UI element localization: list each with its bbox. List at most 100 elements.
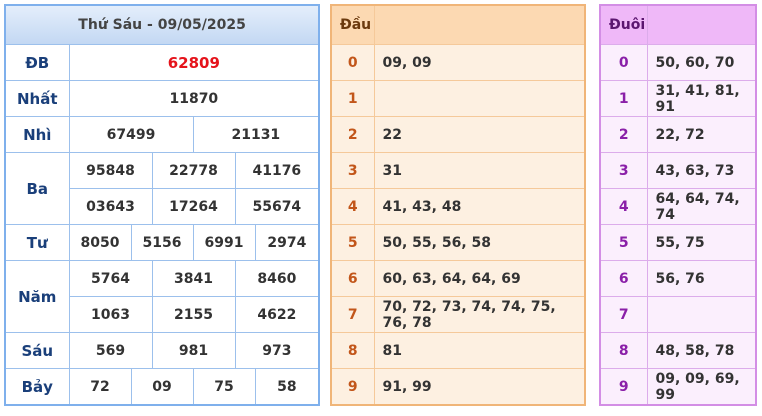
- prize-ba-value: 03643: [68, 188, 153, 225]
- prize-db-value: 62809: [68, 44, 320, 81]
- tail-header: Đuôi: [599, 4, 648, 45]
- tail-row: 7: [599, 296, 757, 333]
- prize-ba-value: 17264: [151, 188, 236, 225]
- prize-tu-value: 6991: [192, 224, 256, 261]
- tail-row: 9 09, 09, 69, 99: [599, 368, 757, 406]
- prize-bay-value: 58: [254, 368, 320, 406]
- results-title: Thứ Sáu - 09/05/2025: [4, 4, 320, 45]
- head-values: 60, 63, 64, 64, 69: [373, 260, 586, 297]
- prize-nam-value: 8460: [234, 260, 320, 297]
- prize-nam-value: 1063: [68, 296, 153, 333]
- prize-nhat-value: 11870: [68, 80, 320, 117]
- prize-tu-value: 5156: [130, 224, 194, 261]
- prize-ba-value: 95848: [68, 152, 153, 189]
- tail-row: 6 56, 76: [599, 260, 757, 297]
- tail-values: 09, 09, 69, 99: [646, 368, 757, 406]
- tail-values: 56, 76: [646, 260, 757, 297]
- head-digit: 2: [330, 116, 375, 153]
- head-digit: 7: [330, 296, 375, 333]
- head-header: Đầu: [330, 4, 375, 45]
- head-digit: 5: [330, 224, 375, 261]
- tail-values: 31, 41, 81, 91: [646, 80, 757, 117]
- prize-bay-value: 75: [192, 368, 256, 406]
- tail-row: 1 31, 41, 81, 91: [599, 80, 757, 117]
- tail-row: 3 43, 63, 73: [599, 152, 757, 189]
- head-header-blank: [373, 4, 586, 45]
- prize-label-sau: Sáu: [4, 332, 70, 369]
- head-row: 6 60, 63, 64, 64, 69: [330, 260, 586, 297]
- tail-digit: 7: [599, 296, 648, 333]
- prize-bay-value: 72: [68, 368, 132, 406]
- head-row: 2 22: [330, 116, 586, 153]
- head-row: 7 70, 72, 73, 74, 74, 75, 76, 78: [330, 296, 586, 333]
- prize-label-ba: Ba: [4, 152, 70, 225]
- tail-values: [646, 296, 757, 333]
- prize-tu-value: 2974: [254, 224, 320, 261]
- tail-row: 5 55, 75: [599, 224, 757, 261]
- head-values: 91, 99: [373, 368, 586, 406]
- tail-digit: 6: [599, 260, 648, 297]
- prize-nhi-value: 67499: [68, 116, 194, 153]
- prize-nam-value: 5764: [68, 260, 153, 297]
- tail-row: 2 22, 72: [599, 116, 757, 153]
- prize-tu-value: 8050: [68, 224, 132, 261]
- tail-digit: 4: [599, 188, 648, 225]
- head-digit: 3: [330, 152, 375, 189]
- prize-nam-value: 4622: [234, 296, 320, 333]
- head-row: 1: [330, 80, 586, 117]
- prize-sau-value: 981: [151, 332, 236, 369]
- prize-ba-value: 55674: [234, 188, 320, 225]
- head-rows: 0 09, 09 1 2 22 3 31 4 41, 43, 48 5 50, 55, 56, 58…: [330, 44, 586, 406]
- tail-row: 4 64, 64, 74, 74: [599, 188, 757, 225]
- results-table: Thứ Sáu - 09/05/2025 ĐB 62809 Nhất 11870…: [4, 4, 321, 406]
- prize-label-nam: Năm: [4, 260, 70, 333]
- head-row: 8 81: [330, 332, 586, 369]
- prize-nam-value: 3841: [151, 260, 236, 297]
- tail-row: 8 48, 58, 78: [599, 332, 757, 369]
- head-digit: 9: [330, 368, 375, 406]
- head-values: 41, 43, 48: [373, 188, 586, 225]
- prize-nhi-value: 21131: [192, 116, 320, 153]
- prize-nam-value: 2155: [151, 296, 236, 333]
- head-digit: 1: [330, 80, 375, 117]
- head-values: 31: [373, 152, 586, 189]
- tail-digit: 1: [599, 80, 648, 117]
- tail-values: 43, 63, 73: [646, 152, 757, 189]
- head-digit: 8: [330, 332, 375, 369]
- prize-label-nhi: Nhì: [4, 116, 70, 153]
- prize-label-db: ĐB: [4, 44, 70, 81]
- prize-sau-value: 569: [68, 332, 153, 369]
- tail-digit: 3: [599, 152, 648, 189]
- head-values: 81: [373, 332, 586, 369]
- tail-digit: 0: [599, 44, 648, 81]
- head-values: 70, 72, 73, 74, 74, 75, 76, 78: [373, 296, 586, 333]
- head-row: 5 50, 55, 56, 58: [330, 224, 586, 261]
- head-digit: 4: [330, 188, 375, 225]
- prize-sau-value: 973: [234, 332, 320, 369]
- tail-rows: 0 50, 60, 70 1 31, 41, 81, 91 2 22, 72 3 43, 63…: [599, 44, 757, 406]
- head-values: 09, 09: [373, 44, 586, 81]
- tail-header-blank: [646, 4, 757, 45]
- head-row: 0 09, 09: [330, 44, 586, 81]
- head-row: 9 91, 99: [330, 368, 586, 406]
- prize-label-nhat: Nhất: [4, 80, 70, 117]
- head-digit: 0: [330, 44, 375, 81]
- prize-ba-value: 41176: [234, 152, 320, 189]
- tail-values: 55, 75: [646, 224, 757, 261]
- tail-digit: 2: [599, 116, 648, 153]
- prize-label-tu: Tư: [4, 224, 70, 261]
- head-values: 50, 55, 56, 58: [373, 224, 586, 261]
- head-values: [373, 80, 586, 117]
- tail-values: 22, 72: [646, 116, 757, 153]
- head-row: 3 31: [330, 152, 586, 189]
- tail-values: 64, 64, 74, 74: [646, 188, 757, 225]
- tail-digit: 5: [599, 224, 648, 261]
- head-digit: 6: [330, 260, 375, 297]
- tail-table: Đuôi 0 50, 60, 70 1 31, 41, 81, 91 2 22, 72 3 4…: [599, 4, 757, 406]
- tail-row: 0 50, 60, 70: [599, 44, 757, 81]
- prize-label-bay: Bảy: [4, 368, 70, 406]
- head-table: Đầu 0 09, 09 1 2 22 3 31 4 41, 43, 48 5 50, 55, 56…: [330, 4, 586, 406]
- tail-values: 50, 60, 70: [646, 44, 757, 81]
- prize-ba-value: 22778: [151, 152, 236, 189]
- head-values: 22: [373, 116, 586, 153]
